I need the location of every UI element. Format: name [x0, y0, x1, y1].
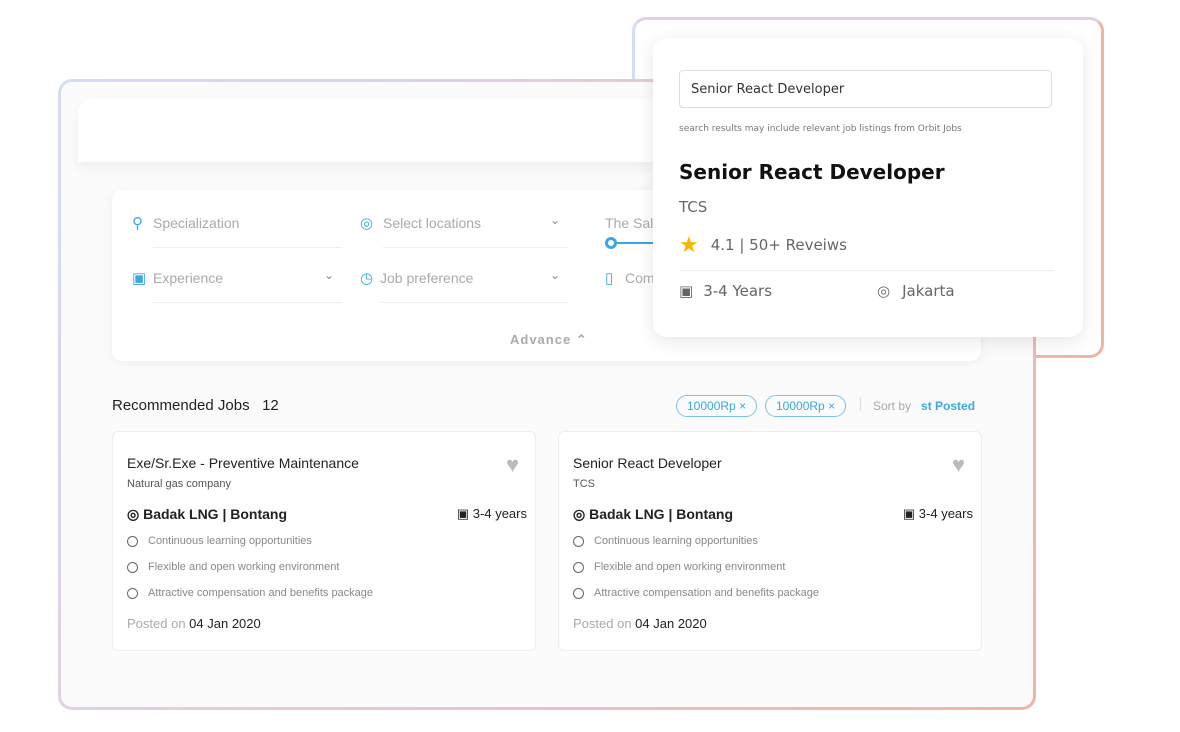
posted-date: Posted on 04 Jan 2020 — [573, 616, 707, 631]
clock-icon: ◷ — [360, 270, 374, 287]
briefcase-icon: ▣ — [902, 506, 916, 521]
circle-icon — [573, 536, 584, 547]
advance-toggle[interactable]: Advance ⌃ — [510, 332, 588, 348]
filter-chip[interactable]: 10000Rp × — [676, 395, 758, 417]
building-icon: ▯ — [605, 270, 614, 287]
search-icon: ⚲ — [132, 215, 143, 232]
list-item: Continuous learning opportunities — [127, 535, 373, 561]
briefcase-icon: ▣ — [132, 270, 147, 287]
job-preference-select[interactable]: ◷ Job preference ⌄ — [360, 255, 568, 303]
location-select[interactable]: ◎ Select locations ⌄ — [360, 200, 568, 248]
heart-icon[interactable]: ♥ — [952, 454, 965, 476]
close-icon[interactable]: × — [739, 399, 746, 413]
divider — [679, 270, 1054, 271]
job-card[interactable]: Exe/Sr.Exe - Preventive Maintenance Natu… — [112, 431, 536, 651]
job-count: 12 — [262, 397, 279, 414]
star-icon: ★ — [679, 233, 699, 258]
sort-control[interactable]: Sort by st Posted — [873, 399, 975, 413]
chevron-down-icon: ⌄ — [549, 213, 560, 227]
list-item: Flexible and open working environment — [573, 561, 819, 587]
specialization-input[interactable]: ⚲ Specialization — [132, 200, 342, 248]
list-item: Attractive compensation and benefits pac… — [573, 587, 819, 613]
chevron-up-icon: ⌃ — [575, 332, 588, 347]
slider-handle[interactable] — [605, 237, 617, 249]
circle-icon — [573, 562, 584, 573]
job-search-input[interactable] — [679, 70, 1052, 108]
list-item: Attractive compensation and benefits pac… — [127, 587, 373, 613]
perks-list: Continuous learning opportunities Flexib… — [573, 535, 819, 613]
circle-icon — [127, 588, 138, 599]
filter-chip[interactable]: 10000Rp × — [765, 395, 847, 417]
chevron-down-icon: ⌄ — [323, 268, 334, 282]
experience-select[interactable]: ▣ Experience ⌄ — [132, 255, 342, 303]
list-item: Continuous learning opportunities — [573, 535, 819, 561]
search-popup: search results may include relevant job … — [653, 38, 1083, 337]
recommended-jobs-heading: Recommended Jobs 12 — [112, 397, 279, 414]
perks-list: Continuous learning opportunities Flexib… — [127, 535, 373, 613]
location-pin-icon: ◎ — [573, 506, 586, 522]
close-icon[interactable]: × — [828, 399, 835, 413]
location-pin-icon: ◎ — [877, 282, 891, 300]
posted-date: Posted on 04 Jan 2020 — [127, 616, 261, 631]
circle-icon — [127, 536, 138, 547]
job-title[interactable]: Senior React Developer — [679, 160, 945, 184]
location-pin-icon: ◎ — [127, 506, 140, 522]
briefcase-icon: ▣ — [456, 506, 470, 521]
job-card[interactable]: Senior React Developer TCS ♥ ◎ Badak LNG… — [558, 431, 982, 651]
divider — [860, 397, 861, 411]
chevron-down-icon: ⌄ — [549, 268, 560, 282]
briefcase-icon: ▣ — [679, 282, 694, 300]
location-pin-icon: ◎ — [360, 215, 374, 232]
circle-icon — [127, 562, 138, 573]
heart-icon[interactable]: ♥ — [506, 454, 519, 476]
list-item: Flexible and open working environment — [127, 561, 373, 587]
circle-icon — [573, 588, 584, 599]
